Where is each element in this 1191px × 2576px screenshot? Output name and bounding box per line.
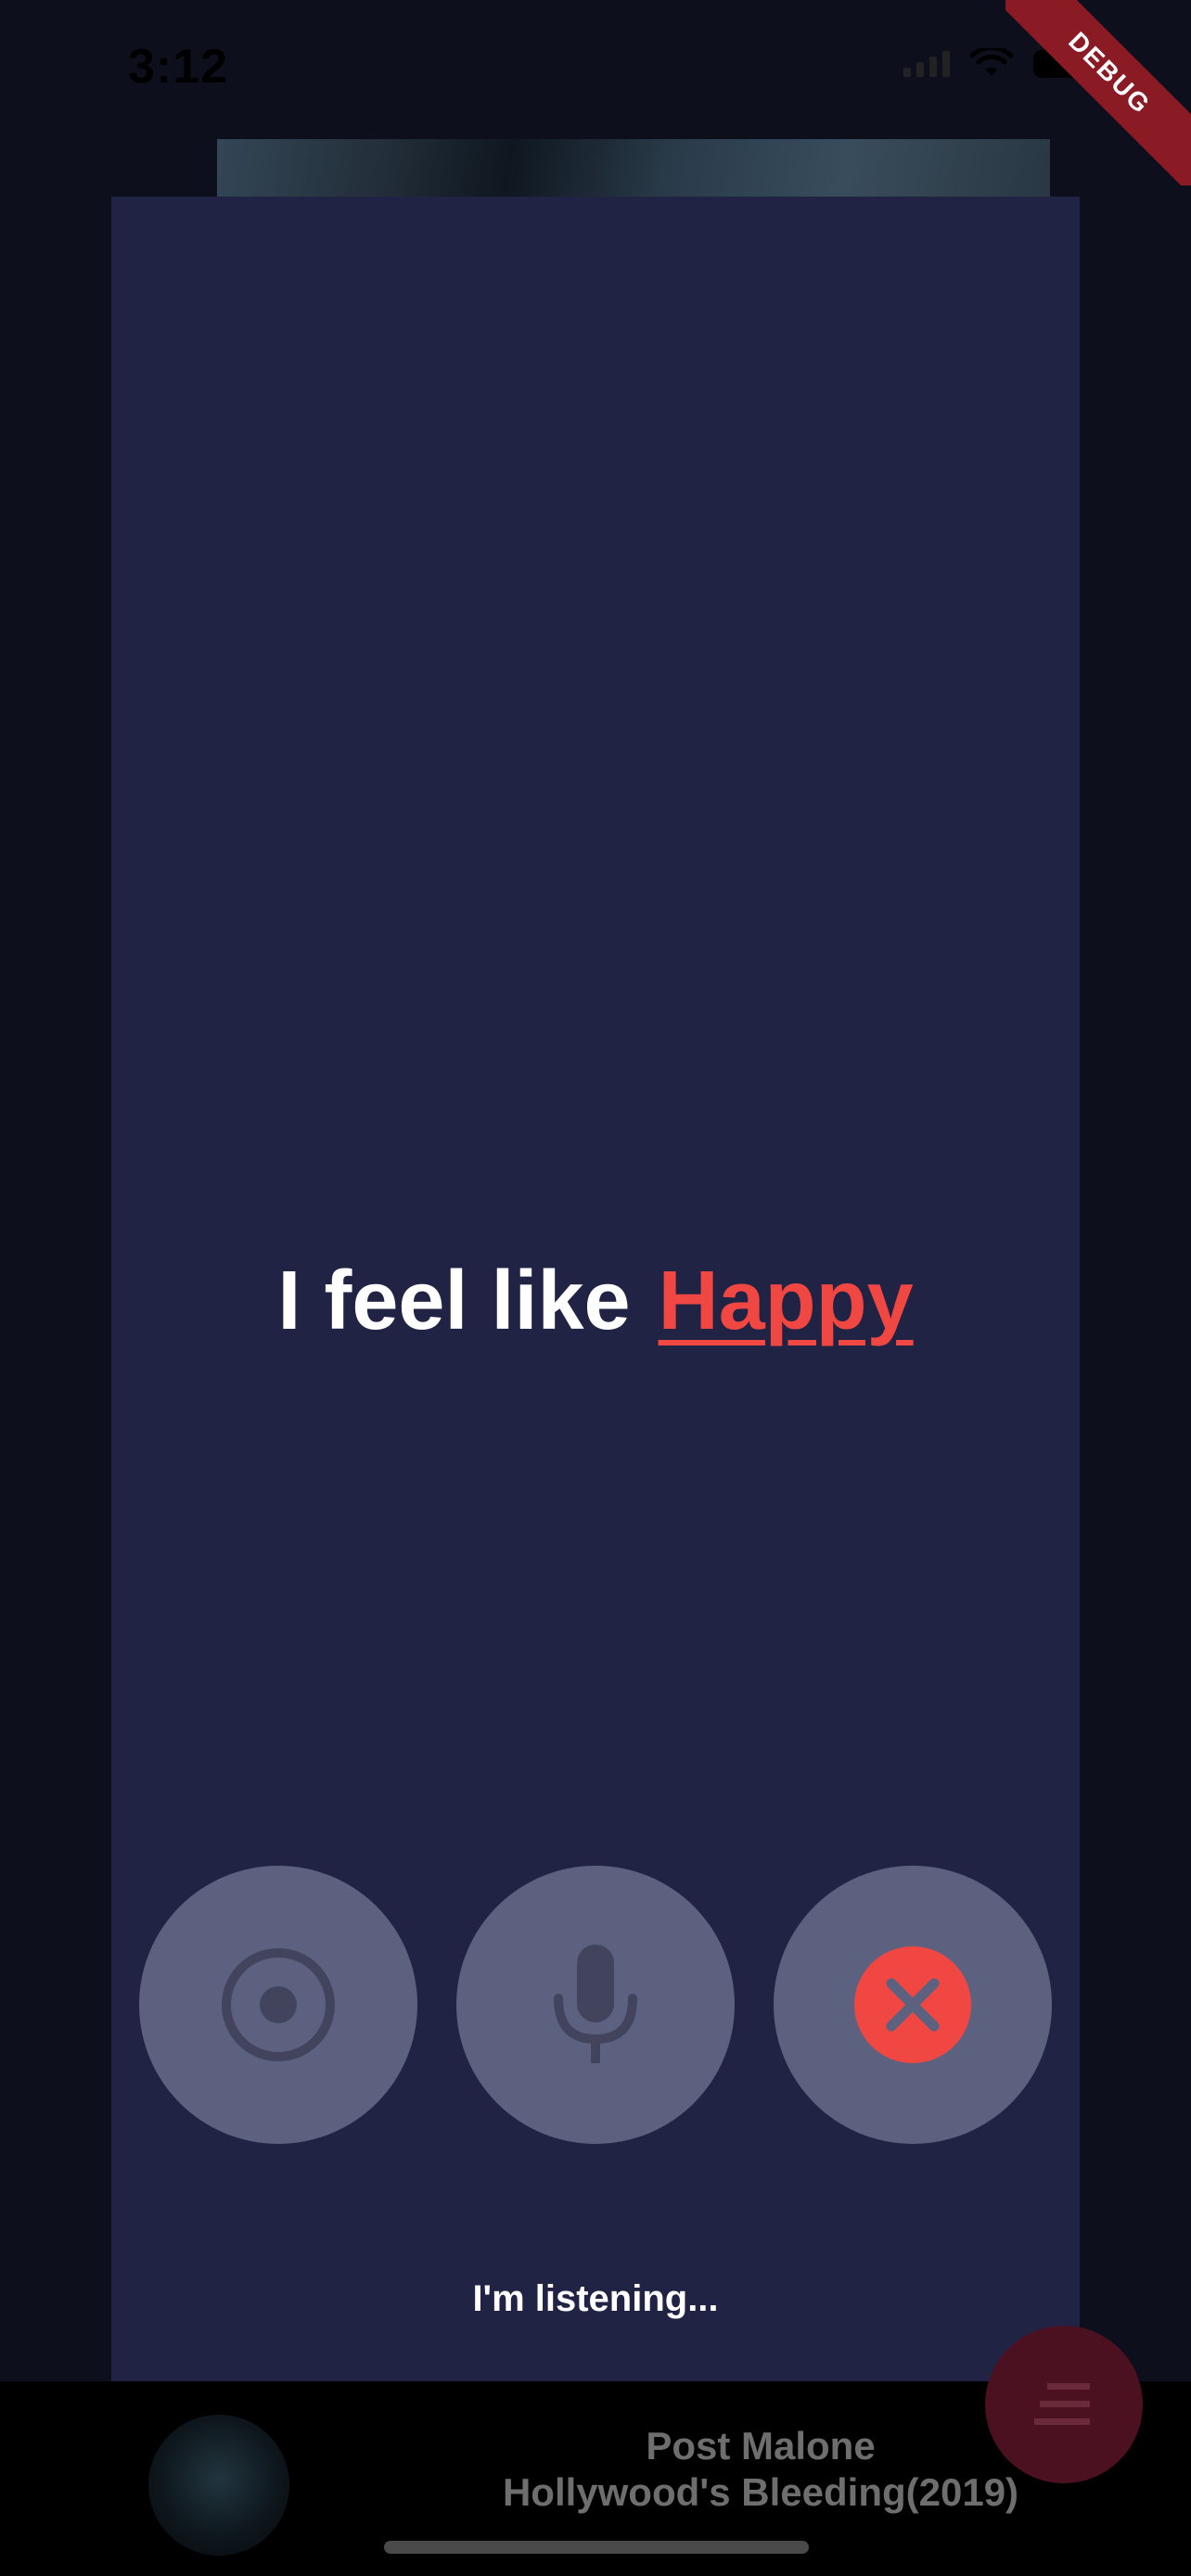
screen: 3:12 DEBUG I feel like Happy I'm listeni… [0, 0, 1191, 2576]
signal-icon [903, 51, 950, 77]
menu-icon [1034, 2383, 1090, 2425]
player-artist: Post Malone [646, 2424, 876, 2468]
player-album: Hollywood's Bleeding(2019) [502, 2470, 1019, 2514]
status-time: 3:12 [128, 40, 229, 94]
mic-icon [554, 1945, 637, 2063]
voice-input-panel: I feel like Happy I'm listening... [111, 197, 1080, 2415]
mood-value[interactable]: Happy [659, 1255, 914, 1347]
menu-button[interactable] [985, 2326, 1143, 2483]
album-thumbnail[interactable] [148, 2415, 289, 2556]
home-indicator [384, 2541, 809, 2554]
mic-button[interactable] [456, 1866, 735, 2144]
record-icon [222, 1948, 335, 2061]
record-button[interactable] [139, 1866, 417, 2144]
listening-status: I'm listening... [472, 2278, 719, 2319]
cancel-button[interactable] [774, 1866, 1052, 2144]
mood-prompt-text: I feel like [277, 1255, 631, 1347]
mood-prompt: I feel like Happy [111, 1254, 1080, 1349]
close-icon [854, 1946, 971, 2063]
